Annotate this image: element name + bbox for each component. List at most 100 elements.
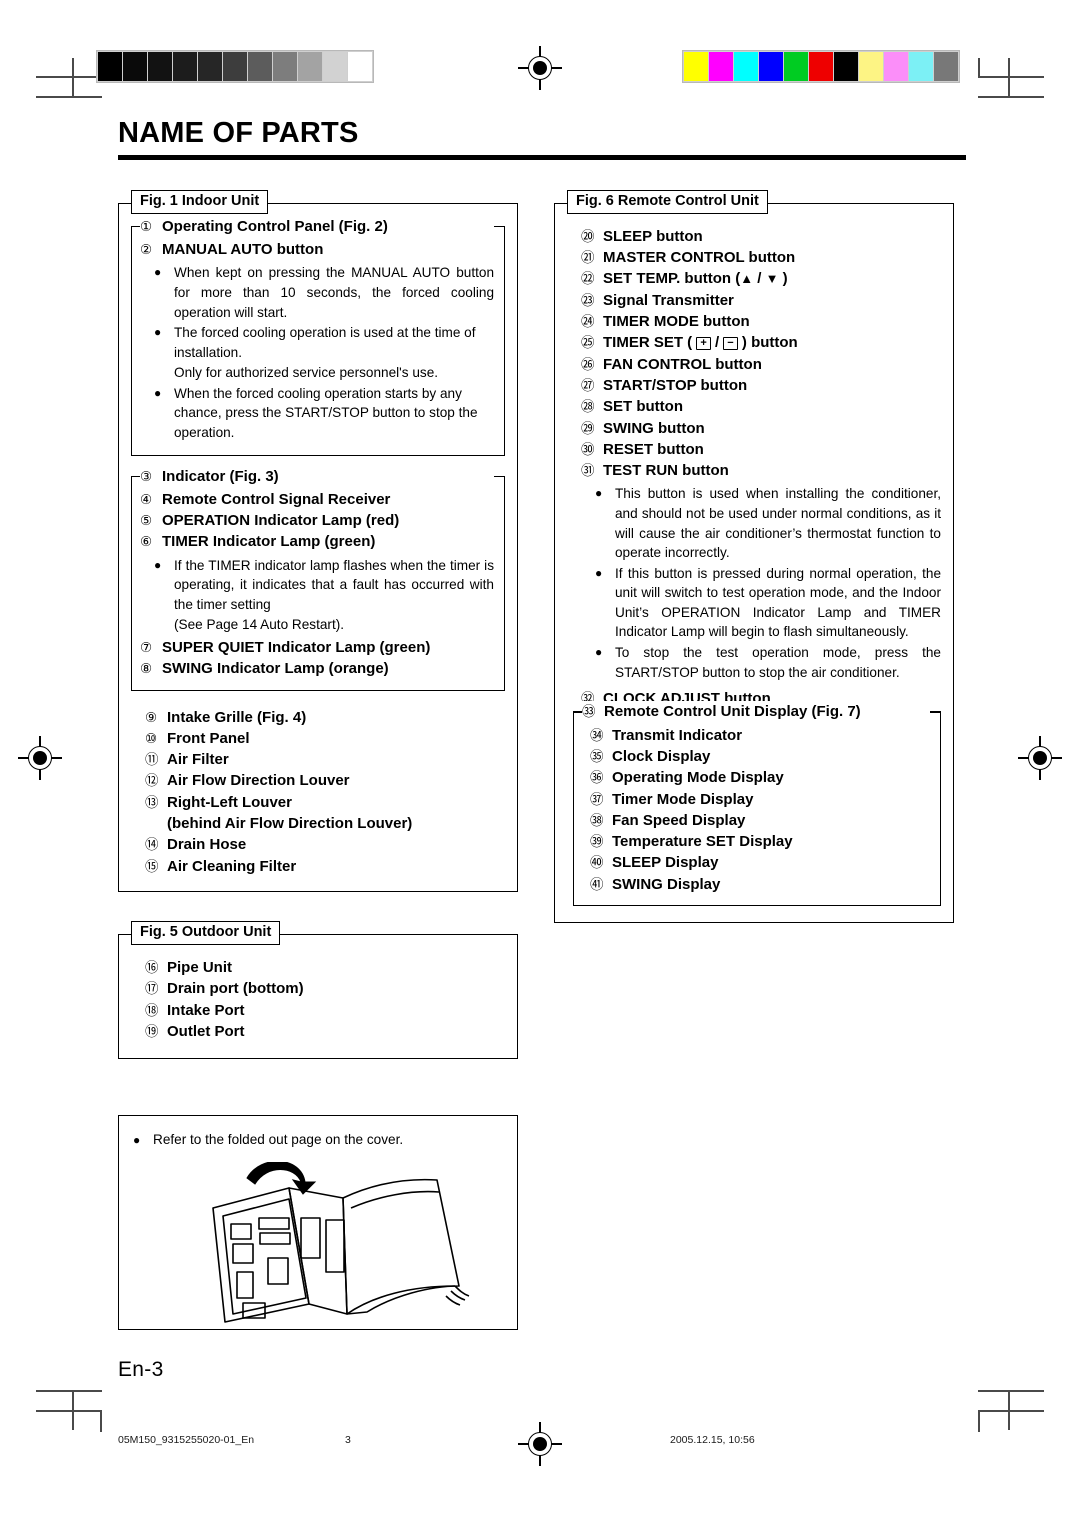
item-label: Operating Mode Display <box>612 769 784 787</box>
item-label: SWING Indicator Lamp (orange) <box>162 660 389 678</box>
title-rule <box>118 154 966 160</box>
plus-box-icon: + <box>696 337 711 351</box>
bullet-text: The forced cooling operation is used at … <box>174 325 476 360</box>
item-number: ㉟ <box>590 748 604 764</box>
item-label: Timer Mode Display <box>612 790 754 808</box>
item-label: TIMER SET ( + / − ) button <box>603 334 798 352</box>
item-label: FAN CONTROL button <box>603 355 762 373</box>
item-label: (behind Air Flow Direction Louver) <box>167 815 413 833</box>
bullet-text: If this button is pressed during normal … <box>615 565 941 640</box>
item-2-manual-auto-button: ② MANUAL AUTO button <box>140 239 494 260</box>
bullet-text: When the forced cooling operation starts… <box>174 385 478 440</box>
item-number: ⑱ <box>145 1002 159 1018</box>
color-swatch <box>709 52 733 81</box>
item-label: Outlet Port <box>167 1022 245 1040</box>
grayscale-calibration-bar <box>96 50 374 83</box>
item-number: ㉑ <box>581 250 595 266</box>
item-19-outlet-port: ⑲ Outlet Port <box>145 1021 505 1042</box>
item-label: Clock Display <box>612 747 711 765</box>
crop-mark-top-right-h <box>978 76 1044 78</box>
item-label: SET button <box>603 398 683 416</box>
registration-target-icon-left <box>18 736 62 780</box>
fig1-indoor-unit-box: Fig. 1 Indoor Unit ① Operating Control P… <box>118 189 518 892</box>
grayscale-swatch <box>198 52 222 81</box>
minus-box-icon: − <box>723 337 738 351</box>
item-label: SWING button <box>603 419 705 437</box>
registration-target-icon-top <box>518 46 562 90</box>
item-number: ⑬ <box>145 794 159 810</box>
item-number: ㊲ <box>590 791 604 807</box>
remote-control-display-box: ㉝ Remote Control Unit Display (Fig. 7) ㉞… <box>573 701 941 907</box>
item-12-air-flow-direction-louver: ⑫ Air Flow Direction Louver <box>145 770 505 791</box>
item-36-operating-mode-display: ㊱ Operating Mode Display <box>590 767 930 788</box>
item-18-intake-port: ⑱ Intake Port <box>145 1000 505 1021</box>
color-swatch <box>834 52 858 81</box>
bullet-dot-icon: ● <box>595 644 603 659</box>
item-number: ③ <box>140 468 153 484</box>
timer-indicator-bullets: ● If the TIMER indicator lamp flashes wh… <box>140 556 494 635</box>
item-4-remote-control-signal-receiver: ④ Remote Control Signal Receiver <box>140 489 494 510</box>
item-number: ㉒ <box>581 271 595 287</box>
item-13-sublabel: (behind Air Flow Direction Louver) <box>145 813 505 834</box>
bullet-item: ● If the TIMER indicator lamp flashes wh… <box>154 556 494 615</box>
item-label: TIMER MODE button <box>603 313 750 331</box>
item-37-timer-mode-display: ㊲ Timer Mode Display <box>590 789 930 810</box>
item-label: TIMER Indicator Lamp (green) <box>162 533 376 551</box>
color-swatch <box>809 52 833 81</box>
bullet-item-continuation: ● (See Page 14 Auto Restart). <box>154 615 494 635</box>
page-content: NAME OF PARTS Fig. 1 Indoor Unit ① Opera… <box>118 117 966 1382</box>
open-booklet-illustration <box>212 1162 470 1323</box>
color-swatch <box>934 52 958 81</box>
print-page-number: 3 <box>345 1434 351 1446</box>
item-number: ㉙ <box>581 420 595 436</box>
bullet-text: To stop the test operation mode, press t… <box>615 644 941 680</box>
bullet-dot-icon: ● <box>595 486 603 501</box>
item-label: Operating Control Panel (Fig. 2) <box>162 217 388 235</box>
item-20-sleep-button: ⑳ SLEEP button <box>581 226 941 247</box>
item-label: Temperature SET Display <box>612 833 793 851</box>
fig1-legend: Fig. 1 Indoor Unit <box>131 189 269 214</box>
item-number: ⑳ <box>581 228 595 244</box>
item-label: Transmit Indicator <box>612 726 743 744</box>
item-number: ㊵ <box>590 855 604 871</box>
item-27-start-stop-button: ㉗ START/STOP button <box>581 375 941 396</box>
item-label: Intake Grille (Fig. 4) <box>167 708 307 726</box>
item-number: ⑮ <box>145 858 159 874</box>
item-7-super-quiet-indicator-lamp: ⑦ SUPER QUIET Indicator Lamp (green) <box>140 637 494 658</box>
item-26-fan-control-button: ㉖ FAN CONTROL button <box>581 354 941 375</box>
item-number: ⑦ <box>140 639 153 655</box>
item-number: ⑥ <box>140 534 153 550</box>
item-16-pipe-unit: ⑯ Pipe Unit <box>145 957 505 978</box>
item-number: ㉗ <box>581 377 595 393</box>
slash-separator: / <box>714 334 720 352</box>
item-number: ㉛ <box>581 463 595 479</box>
bullet-item: ● The forced cooling operation is used a… <box>154 323 494 362</box>
item-24-timer-mode-button: ㉔ TIMER MODE button <box>581 311 941 332</box>
flip-arrow-icon <box>246 1162 317 1195</box>
item-9-intake-grille: ⑨ Intake Grille (Fig. 4) <box>145 707 505 728</box>
item-label: Air Filter <box>167 751 229 769</box>
item-25-timer-set-button: ㉕ TIMER SET ( + / − ) button <box>581 332 941 353</box>
item-number: ㉕ <box>581 335 595 351</box>
fig6-remote-control-unit-box: Fig. 6 Remote Control Unit ⑳ SLEEP butto… <box>554 189 954 924</box>
item-number: ㉓ <box>581 292 595 308</box>
item-29-swing-button: ㉙ SWING button <box>581 418 941 439</box>
item-35-clock-display: ㉟ Clock Display <box>590 746 930 767</box>
item-number: ⑧ <box>140 661 153 677</box>
bullet-text: This button is used when installing the … <box>615 486 941 561</box>
test-run-bullets: ● This button is used when installing th… <box>581 484 941 682</box>
item-17-drain-port: ⑰ Drain port (bottom) <box>145 978 505 999</box>
bullet-text: When kept on pressing the MANUAL AUTO bu… <box>174 265 494 320</box>
item-31-test-run-button: ㉛ TEST RUN button <box>581 460 941 481</box>
bullet-item: ● This button is used when installing th… <box>595 484 941 562</box>
item-15-air-cleaning-filter: ⑮ Air Cleaning Filter <box>145 856 505 877</box>
item-label: MANUAL AUTO button <box>162 241 324 259</box>
item-28-set-button: ㉘ SET button <box>581 396 941 417</box>
item-number: ㊶ <box>590 876 604 892</box>
grayscale-swatch <box>348 52 372 81</box>
item-number: ⑩ <box>145 730 158 746</box>
item-label: Signal Transmitter <box>603 291 734 309</box>
crop-mark-top-right-v <box>978 58 980 78</box>
item-number: ㊴ <box>590 834 604 850</box>
cover-note-text: Refer to the folded out page on the cove… <box>153 1132 404 1148</box>
